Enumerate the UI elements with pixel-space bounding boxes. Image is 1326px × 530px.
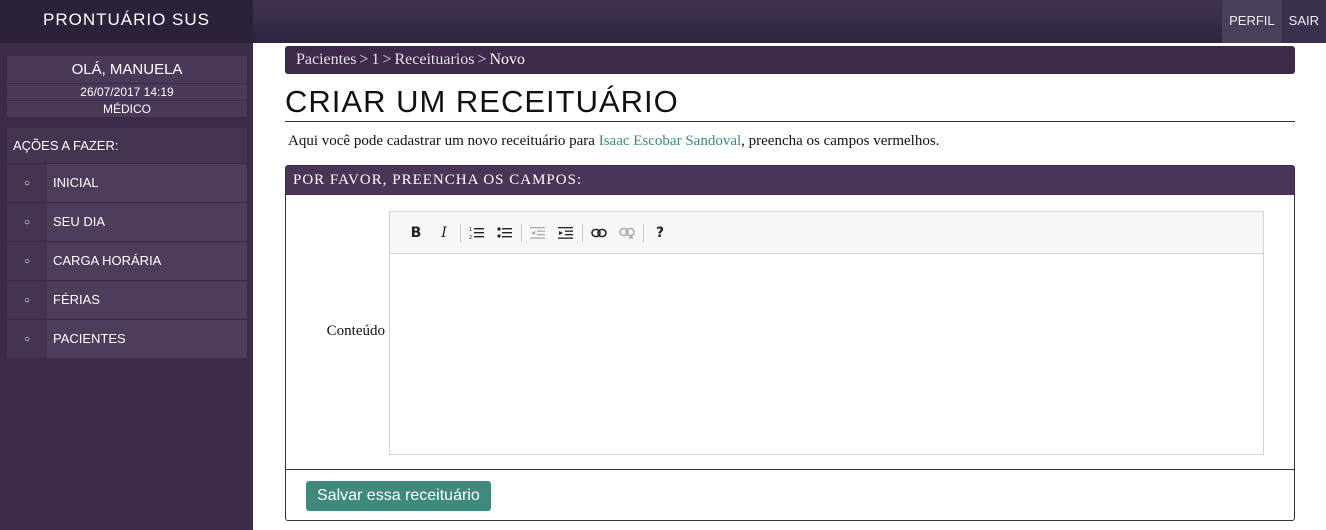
- circle-bullet-icon: ○: [23, 177, 31, 189]
- patient-link[interactable]: Isaac Escobar Sandoval: [599, 133, 741, 149]
- breadcrumb-separator: >: [359, 51, 369, 68]
- breadcrumb-receituarios[interactable]: Receituarios: [394, 51, 474, 68]
- sidebar: OLÁ, MANUELA 26/07/2017 14:19 MÉDICO AÇÕ…: [0, 43, 253, 530]
- sidebar-item-label: SEU DIA: [47, 203, 247, 241]
- profile-link[interactable]: PERFIL: [1222, 0, 1282, 43]
- numbered-list-icon[interactable]: 12: [463, 219, 491, 247]
- svg-text:2: 2: [469, 235, 472, 240]
- unlink-icon[interactable]: [613, 219, 641, 247]
- rich-text-editor: B I 12 ?: [389, 211, 1264, 455]
- toolbar-divider: [643, 223, 644, 242]
- bold-icon[interactable]: B: [402, 219, 430, 247]
- content-editor-area[interactable]: [390, 254, 1263, 454]
- sidebar-item-carga-horaria[interactable]: ○ CARGA HORÁRIA: [7, 241, 247, 280]
- app-brand[interactable]: PRONTUÁRIO SUS: [0, 0, 253, 43]
- intro-before: Aqui você pode cadastrar um novo receitu…: [288, 133, 599, 149]
- breadcrumb-pacientes[interactable]: Pacientes: [296, 51, 356, 68]
- content-label: Conteúdo: [326, 323, 385, 339]
- sidebar-item-label: FÉRIAS: [47, 281, 247, 319]
- link-icon[interactable]: [585, 219, 613, 247]
- actions-title: AÇÕES A FAZER:: [13, 138, 119, 153]
- sidebar-item-label: CARGA HORÁRIA: [47, 242, 247, 280]
- toolbar-divider: [521, 223, 522, 242]
- breadcrumb-separator: >: [477, 51, 487, 68]
- user-role: MÉDICO: [7, 101, 247, 117]
- breadcrumb: Pacientes >1 > Receituarios > Novo: [285, 46, 1295, 74]
- circle-bullet-icon: ○: [23, 333, 31, 345]
- sidebar-item-ferias[interactable]: ○ FÉRIAS: [7, 280, 247, 319]
- user-datetime: 26/07/2017 14:19: [7, 84, 247, 100]
- sidebar-item-seu-dia[interactable]: ○ SEU DIA: [7, 202, 247, 241]
- breadcrumb-separator: >: [382, 51, 392, 68]
- breadcrumb-current: Novo: [489, 51, 526, 68]
- intro-text: Aqui você pode cadastrar um novo receitu…: [288, 133, 939, 150]
- user-info: OLÁ, MANUELA 26/07/2017 14:19 MÉDICO: [7, 56, 247, 117]
- italic-icon[interactable]: I: [430, 219, 458, 247]
- circle-bullet-icon: ○: [23, 216, 31, 228]
- editor-toolbar: B I 12 ?: [390, 212, 1263, 254]
- sidebar-item-pacientes[interactable]: ○ PACIENTES: [7, 319, 247, 358]
- circle-bullet-icon: ○: [23, 255, 31, 267]
- indent-icon[interactable]: [552, 219, 580, 247]
- toolbar-divider: [460, 223, 461, 242]
- panel-title: POR FAVOR, PREENCHA OS CAMPOS:: [286, 166, 1294, 195]
- user-greeting: OLÁ, MANUELA: [7, 56, 247, 83]
- intro-after: , preencha os campos vermelhos.: [741, 133, 940, 149]
- sidebar-item-label: PACIENTES: [47, 320, 247, 358]
- help-icon[interactable]: ?: [646, 219, 674, 247]
- top-nav: PERFIL SAIR: [1222, 0, 1326, 43]
- svg-text:1: 1: [469, 227, 472, 233]
- sidebar-item-label: INICIAL: [47, 164, 247, 202]
- outdent-icon[interactable]: [524, 219, 552, 247]
- save-button[interactable]: Salvar essa receituário: [306, 481, 491, 511]
- logout-link[interactable]: SAIR: [1281, 0, 1326, 43]
- form-footer: Salvar essa receituário: [286, 469, 1294, 520]
- top-bar: PRONTUÁRIO SUS PERFIL SAIR: [0, 0, 1326, 43]
- form-panel: POR FAVOR, PREENCHA OS CAMPOS: Conteúdo …: [285, 165, 1295, 521]
- circle-bullet-icon: ○: [23, 294, 31, 306]
- actions-menu: AÇÕES A FAZER: ○ INICIAL ○ SEU DIA ○ CAR…: [7, 128, 247, 358]
- bulleted-list-icon[interactable]: [491, 219, 519, 247]
- toolbar-divider: [582, 223, 583, 242]
- page-title: CRIAR UM RECEITUÁRIO: [285, 84, 1295, 122]
- sidebar-item-inicial[interactable]: ○ INICIAL: [7, 163, 247, 202]
